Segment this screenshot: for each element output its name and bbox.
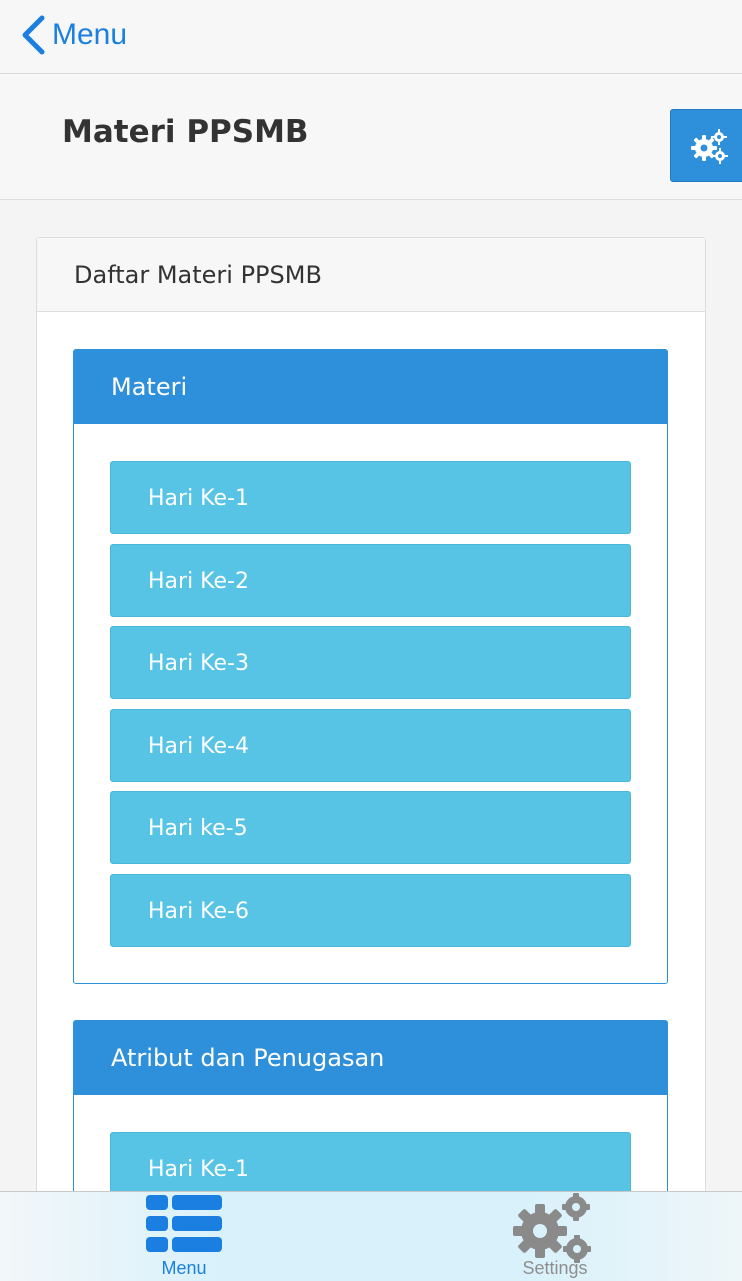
- section-body: Hari Ke-1 Hari Ke-2 Hari Ke-3 Hari Ke-4 …: [74, 424, 667, 983]
- day-button-2[interactable]: Hari Ke-2: [110, 543, 631, 617]
- day-button-3[interactable]: Hari Ke-3: [110, 626, 631, 699]
- section-heading: Atribut dan Penugasan: [74, 1021, 667, 1095]
- panel-heading: Daftar Materi PPSMB: [37, 238, 705, 312]
- back-button[interactable]: Menu: [20, 13, 127, 57]
- chevron-left-icon: [22, 15, 45, 55]
- page-title: Materi PPSMB: [62, 114, 309, 150]
- tab-settings-label: Settings: [522, 1258, 588, 1278]
- day-button-6[interactable]: Hari Ke-6: [110, 873, 631, 947]
- tab-bar: Menu Settings: [0, 1191, 742, 1281]
- tab-settings[interactable]: Settings: [480, 1192, 630, 1281]
- list-icon: [146, 1195, 222, 1252]
- day-button-4[interactable]: Hari Ke-4: [110, 708, 631, 782]
- section-materi: Materi Hari Ke-1 Hari Ke-2 Hari Ke-3 Har…: [73, 349, 668, 984]
- materials-panel: Daftar Materi PPSMB Materi Hari Ke-1 Har…: [36, 237, 706, 1242]
- gears-icon: [691, 128, 728, 164]
- gears-icon: [513, 1193, 591, 1263]
- section-heading: Materi: [74, 350, 667, 424]
- tab-menu[interactable]: Menu: [109, 1192, 259, 1281]
- page-header: Materi PPSMB: [0, 74, 742, 200]
- tab-menu-label: Menu: [161, 1258, 207, 1278]
- day-button-1[interactable]: Hari Ke-1: [110, 461, 631, 534]
- back-button-label: Menu: [52, 18, 128, 51]
- navigation-bar: Menu: [0, 0, 742, 74]
- settings-button[interactable]: [670, 109, 742, 182]
- day-button-5[interactable]: Hari ke-5: [110, 791, 631, 864]
